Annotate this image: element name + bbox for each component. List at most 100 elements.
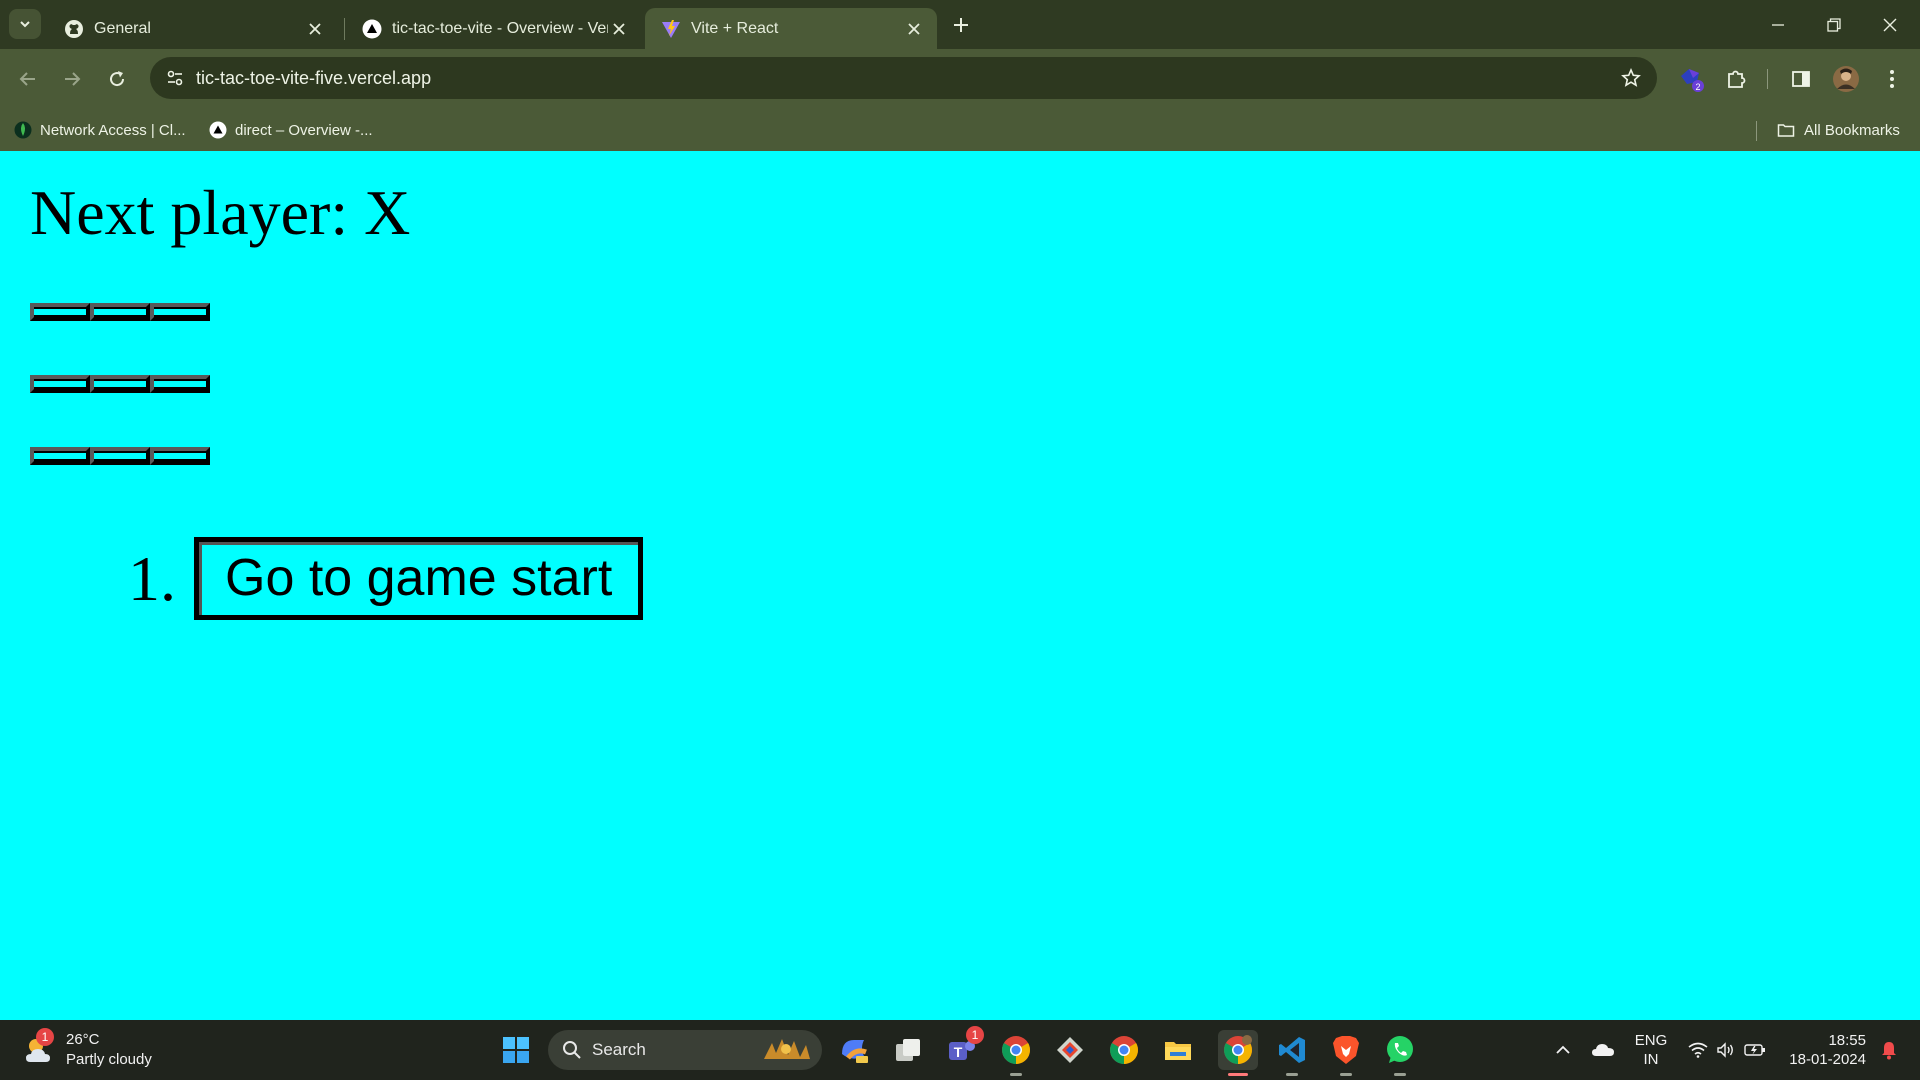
tab-vercel-overview[interactable]: tic-tac-toe-vite - Overview - Ver bbox=[346, 8, 642, 49]
taskbar-app-chrome[interactable] bbox=[996, 1030, 1036, 1076]
tab-title: General bbox=[94, 19, 151, 37]
minimize-icon bbox=[1772, 23, 1784, 26]
battery-charging-icon[interactable] bbox=[1740, 1030, 1770, 1070]
whatsapp-icon bbox=[1387, 1036, 1413, 1063]
taskbar-app-vscode[interactable] bbox=[1272, 1030, 1312, 1076]
windows-logo-icon bbox=[503, 1037, 529, 1063]
start-button[interactable] bbox=[496, 1030, 536, 1070]
close-icon[interactable] bbox=[903, 18, 925, 40]
page-content: Next player: X 1. Go to game start bbox=[0, 151, 1920, 1020]
bookmark-label: direct – Overview -... bbox=[235, 121, 373, 139]
browser-menu-button[interactable] bbox=[1876, 63, 1908, 95]
bookmark-star-icon[interactable] bbox=[1619, 66, 1643, 90]
side-panel-button[interactable] bbox=[1785, 63, 1817, 95]
bookmark-network-access[interactable]: Network Access | Cl... bbox=[14, 109, 186, 151]
board-square[interactable] bbox=[90, 447, 150, 465]
plus-icon bbox=[954, 18, 968, 32]
vercel-icon bbox=[362, 19, 382, 38]
language-indicator[interactable]: ENG IN bbox=[1628, 1030, 1674, 1070]
restore-icon bbox=[1827, 17, 1841, 32]
extension-button[interactable]: 2 bbox=[1676, 63, 1708, 95]
taskbar-app-git[interactable] bbox=[1050, 1030, 1090, 1070]
taskbar-app-chrome-active[interactable] bbox=[1218, 1030, 1258, 1076]
board-square[interactable] bbox=[90, 375, 150, 393]
more-vertical-icon bbox=[1890, 70, 1894, 88]
taskbar-app-copilot[interactable] bbox=[834, 1030, 874, 1070]
teams-badge: 1 bbox=[966, 1026, 984, 1044]
tab-title: tic-tac-toe-vite - Overview - Ver bbox=[392, 19, 608, 37]
close-icon[interactable] bbox=[608, 18, 630, 40]
clock[interactable]: 18:55 18-01-2024 bbox=[1782, 1030, 1866, 1070]
close-window-button[interactable] bbox=[1862, 0, 1918, 49]
extensions-menu-button[interactable] bbox=[1720, 63, 1752, 95]
bookmark-direct-overview[interactable]: direct – Overview -... bbox=[209, 109, 373, 151]
site-info-icon[interactable] bbox=[164, 67, 186, 89]
chrome-icon bbox=[1002, 1036, 1030, 1064]
language-region: IN bbox=[1643, 1051, 1659, 1068]
taskbar-search[interactable]: Search bbox=[548, 1030, 822, 1070]
bell-icon bbox=[1882, 1042, 1896, 1060]
all-bookmarks-label: All Bookmarks bbox=[1804, 121, 1900, 139]
taskbar-app-brave[interactable] bbox=[1326, 1030, 1366, 1076]
forward-button[interactable] bbox=[56, 63, 88, 95]
side-panel-icon bbox=[1792, 71, 1810, 87]
task-view-icon bbox=[896, 1039, 920, 1061]
clock-date: 18-01-2024 bbox=[1789, 1051, 1866, 1068]
browser-toolbar: tic-tac-toe-vite-five.vercel.app 2 bbox=[0, 49, 1920, 109]
taskbar-app-whatsapp[interactable] bbox=[1380, 1030, 1420, 1076]
move-number: 1. bbox=[128, 542, 176, 614]
chevron-up-icon bbox=[1556, 1045, 1570, 1054]
show-hidden-icons-button[interactable] bbox=[1550, 1030, 1576, 1070]
folder-icon bbox=[1165, 1042, 1191, 1060]
restore-button[interactable] bbox=[1806, 0, 1862, 49]
board-square[interactable] bbox=[30, 447, 90, 465]
close-icon[interactable] bbox=[304, 18, 326, 40]
move-list-item: 1. Go to game start bbox=[128, 537, 644, 621]
tab-vite-react[interactable]: Vite + React bbox=[645, 8, 937, 49]
bookmark-label: Network Access | Cl... bbox=[40, 121, 186, 139]
taskbar-app-teams[interactable]: T 1 bbox=[942, 1026, 984, 1070]
new-tab-button[interactable] bbox=[946, 10, 976, 40]
taskbar-app-task-view[interactable] bbox=[888, 1030, 928, 1070]
chrome-icon bbox=[1224, 1035, 1252, 1064]
vscode-icon bbox=[1279, 1037, 1305, 1063]
notifications-button[interactable] bbox=[1874, 1030, 1904, 1070]
bookmarks-bar: Network Access | Cl... direct – Overview… bbox=[0, 109, 1920, 151]
tab-search-button[interactable] bbox=[9, 9, 41, 39]
board-square[interactable] bbox=[90, 303, 150, 321]
toolbar-separator bbox=[1767, 69, 1768, 89]
url-text[interactable]: tic-tac-toe-vite-five.vercel.app bbox=[196, 57, 431, 99]
all-bookmarks-button[interactable]: All Bookmarks bbox=[1776, 109, 1900, 151]
volume-icon[interactable] bbox=[1712, 1030, 1740, 1070]
board-square[interactable] bbox=[30, 303, 90, 321]
weather-widget[interactable]: 1 26°C Partly cloudy bbox=[22, 1028, 152, 1072]
move-history: 1. Go to game start bbox=[128, 537, 644, 621]
svg-text:T: T bbox=[954, 1044, 963, 1060]
extension-badge: 2 bbox=[1695, 82, 1700, 92]
board-square[interactable] bbox=[150, 447, 210, 465]
profile-avatar[interactable] bbox=[1830, 63, 1862, 95]
board-square[interactable] bbox=[150, 303, 210, 321]
extension-hexagon-icon: 2 bbox=[1681, 69, 1704, 92]
board-square[interactable] bbox=[30, 375, 90, 393]
tab-title: Vite + React bbox=[691, 19, 779, 37]
back-button[interactable] bbox=[12, 63, 44, 95]
mongodb-leaf-icon bbox=[14, 121, 32, 139]
taskbar-app-chrome-profile[interactable] bbox=[1104, 1030, 1144, 1070]
copilot-icon bbox=[842, 1040, 868, 1063]
vercel-icon bbox=[209, 121, 227, 139]
onedrive-icon[interactable] bbox=[1588, 1030, 1618, 1070]
vite-icon bbox=[662, 19, 680, 38]
taskbar-app-file-explorer[interactable] bbox=[1158, 1030, 1198, 1070]
wifi-icon[interactable] bbox=[1684, 1030, 1712, 1070]
search-icon bbox=[563, 1041, 581, 1059]
address-bar[interactable]: tic-tac-toe-vite-five.vercel.app bbox=[150, 57, 1657, 99]
clock-time: 18:55 bbox=[1828, 1032, 1866, 1049]
board-square[interactable] bbox=[150, 375, 210, 393]
arrow-right-icon bbox=[65, 72, 81, 86]
tab-general[interactable]: General bbox=[48, 8, 338, 49]
taskbar: 1 26°C Partly cloudy Search T 1 ENG IN 1… bbox=[0, 1020, 1920, 1080]
go-to-game-start-button[interactable]: Go to game start bbox=[194, 537, 644, 621]
minimize-button[interactable] bbox=[1750, 0, 1806, 49]
reload-button[interactable] bbox=[101, 63, 133, 95]
